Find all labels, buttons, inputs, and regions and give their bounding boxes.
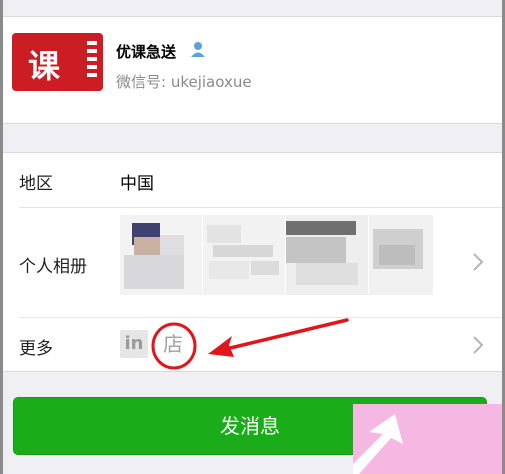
avatar-logo-char: 课 <box>28 47 61 85</box>
avatar[interactable]: 课 <box>12 33 103 91</box>
avatar-stripes <box>87 41 97 83</box>
album-thumbnail[interactable] <box>120 215 202 295</box>
chevron-right-icon <box>473 253 484 271</box>
album-thumbnail[interactable] <box>286 215 368 295</box>
region-value: 中国 <box>120 174 154 194</box>
album-thumbnail[interactable] <box>369 215 433 295</box>
top-spacer <box>3 0 502 17</box>
profile-name: 优课急送 <box>116 43 177 61</box>
wechat-id: 微信号: ukejiaoxue <box>116 73 252 91</box>
person-icon <box>191 42 205 57</box>
linkedin-icon: in <box>120 330 148 358</box>
more-label: 更多 <box>19 339 53 359</box>
region-label: 地区 <box>19 174 53 194</box>
profile-card[interactable]: 课 优课急送 微信号: ukejiaoxue <box>3 17 502 124</box>
store-icon: 店 <box>163 332 183 356</box>
album-label: 个人相册 <box>19 257 87 277</box>
watermark-arrow-icon <box>353 414 403 474</box>
row-divider <box>19 207 502 208</box>
section-spacer <box>3 124 502 153</box>
watermark <box>353 404 505 474</box>
frame-edge-left <box>0 0 3 474</box>
chevron-right-icon <box>473 336 484 354</box>
row-divider <box>19 317 502 318</box>
store-icons: in 店 <box>120 326 192 362</box>
info-list: 地区 中国 个人相册 更多 in 店 <box>3 153 502 372</box>
album-thumbnail[interactable] <box>203 215 285 295</box>
